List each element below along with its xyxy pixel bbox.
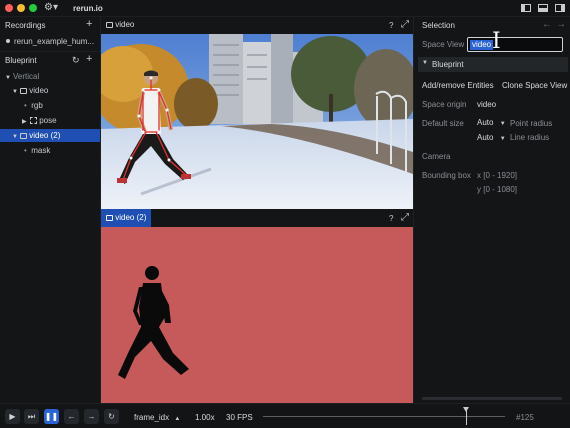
- add-recording-button[interactable]: +: [86, 18, 92, 30]
- camera-label: Camera: [422, 152, 451, 161]
- sidebar-item-label: rgb: [31, 101, 43, 110]
- blueprint-root-vertical[interactable]: ▼ Vertical: [5, 70, 39, 83]
- bounding-box-y: y [0 - 1080]: [477, 185, 518, 194]
- blueprint-section-label: Blueprint: [432, 60, 464, 69]
- space-view-icon: [106, 215, 113, 221]
- tab-video-2[interactable]: video (2): [101, 209, 152, 227]
- sidebar-item-rgb[interactable]: • rgb: [24, 99, 43, 112]
- space-view-label: Space View: [422, 40, 465, 49]
- line-radius-value: Auto: [477, 133, 494, 142]
- expand-icon[interactable]: ⤢: [401, 19, 409, 30]
- sidebar-item-video-2[interactable]: ▼ video (2): [0, 129, 100, 142]
- space-view-icon: [20, 133, 27, 139]
- space-view-icon: [20, 88, 27, 94]
- reset-blueprint-icon[interactable]: ↻: [72, 55, 80, 66]
- chevron-up-icon: ▲: [174, 416, 181, 422]
- space-origin-label: Space origin: [422, 100, 467, 109]
- recording-item[interactable]: rerun_example_hum...: [6, 35, 101, 48]
- space-view-name-value: video: [470, 40, 494, 50]
- minimize-window-button[interactable]: [17, 4, 25, 12]
- clone-space-view-button[interactable]: Clone Space View: [502, 81, 567, 90]
- app-title: rerun.io: [73, 4, 103, 13]
- loop-button[interactable]: ↻: [104, 409, 119, 424]
- dropdown-arrow-icon: ▼: [499, 136, 506, 142]
- left-panel: Recordings + rerun_example_hum... Bluepr…: [0, 17, 101, 403]
- timeline-selector[interactable]: frame_idx ▲: [134, 413, 180, 422]
- add-space-view-button[interactable]: +: [86, 53, 92, 65]
- blueprint-header: Blueprint: [5, 56, 37, 65]
- mask-frame[interactable]: [101, 227, 413, 403]
- point-radius-label: Point radius: [510, 119, 553, 128]
- add-remove-entities-button[interactable]: Add/remove Entities: [422, 81, 494, 90]
- space-origin-value[interactable]: video: [477, 100, 496, 109]
- top-view-tabbar: video ? ⤢: [101, 17, 413, 34]
- space-view-icon: [106, 22, 113, 28]
- step-back-button[interactable]: ←: [64, 409, 79, 424]
- recordings-header: Recordings: [5, 21, 46, 30]
- point-radius-value: Auto: [477, 118, 494, 127]
- pause-button[interactable]: ❚❚: [44, 409, 59, 424]
- blueprint-section-header[interactable]: ▼ Blueprint: [418, 57, 568, 72]
- video-image: [101, 34, 413, 209]
- playback-speed[interactable]: 1.00x: [195, 413, 215, 422]
- scrollbar[interactable]: [422, 397, 562, 400]
- default-size-label: Default size: [422, 119, 464, 128]
- step-next-button[interactable]: →: [84, 409, 99, 424]
- expand-icon[interactable]: ⤢: [401, 212, 409, 223]
- mask-image: [118, 266, 189, 379]
- toggle-bottom-panel-icon[interactable]: [538, 4, 548, 12]
- bounding-box-x: x [0 - 1920]: [477, 171, 518, 180]
- line-radius-dropdown[interactable]: Auto ▼: [477, 133, 506, 142]
- title-bar: ⚙▾ rerun.io: [0, 0, 570, 17]
- rerun-menu-icon[interactable]: ⚙▾: [44, 2, 58, 13]
- sidebar-item-mask[interactable]: • mask: [24, 144, 50, 157]
- frame-number: #125: [516, 413, 534, 422]
- step-forward-button[interactable]: ⏭: [24, 409, 39, 424]
- tab-video[interactable]: video: [106, 20, 134, 29]
- dropdown-arrow-icon: ▼: [499, 121, 506, 127]
- forward-arrow-icon[interactable]: →: [556, 19, 566, 30]
- play-button[interactable]: ▶: [5, 409, 20, 424]
- close-window-button[interactable]: [5, 4, 13, 12]
- recording-dot-icon: [6, 39, 10, 43]
- help-icon[interactable]: ?: [389, 214, 393, 223]
- time-scrubber-track[interactable]: [263, 416, 505, 417]
- help-icon[interactable]: ?: [389, 21, 393, 30]
- tab-label: video: [115, 20, 135, 29]
- timeline-name: frame_idx: [134, 413, 170, 422]
- toggle-left-panel-icon[interactable]: [521, 4, 531, 12]
- blueprint-root-label: Vertical: [13, 72, 40, 81]
- sidebar-item-pose[interactable]: ▶ pose: [22, 114, 57, 127]
- space-view-name-input[interactable]: video: [467, 37, 563, 52]
- toggle-right-panel-icon[interactable]: [555, 4, 565, 12]
- selection-panel: Selection ← → Space View video I ▼ Bluep…: [413, 17, 570, 403]
- sidebar-item-label: video (2): [29, 131, 61, 140]
- sidebar-item-label: pose: [39, 116, 57, 125]
- back-arrow-icon[interactable]: ←: [542, 19, 552, 30]
- tab-label: video (2): [115, 213, 147, 222]
- entity-group-icon: [30, 117, 37, 124]
- recording-item-label: rerun_example_hum...: [14, 37, 95, 46]
- selection-header: Selection: [422, 21, 455, 30]
- text-cursor-icon: I: [492, 29, 501, 54]
- timeline-bar: ▶ ⏭ ❚❚ ← → ↻ frame_idx ▲ 1.00x 30 FPS #1…: [0, 403, 570, 428]
- bottom-view-tabbar: video (2) ? ⤢: [101, 209, 413, 227]
- sidebar-item-label: mask: [31, 146, 51, 155]
- playhead-handle-icon[interactable]: [463, 407, 469, 412]
- fps-display[interactable]: 30 FPS: [226, 413, 253, 422]
- sidebar-item-label: video: [29, 86, 49, 95]
- line-radius-label: Line radius: [510, 133, 550, 142]
- bounding-box-label: Bounding box: [422, 171, 471, 180]
- maximize-window-button[interactable]: [29, 4, 37, 12]
- point-radius-dropdown[interactable]: Auto ▼: [477, 118, 506, 127]
- video-frame[interactable]: [101, 34, 413, 209]
- sidebar-item-video[interactable]: ▼ video: [12, 84, 48, 97]
